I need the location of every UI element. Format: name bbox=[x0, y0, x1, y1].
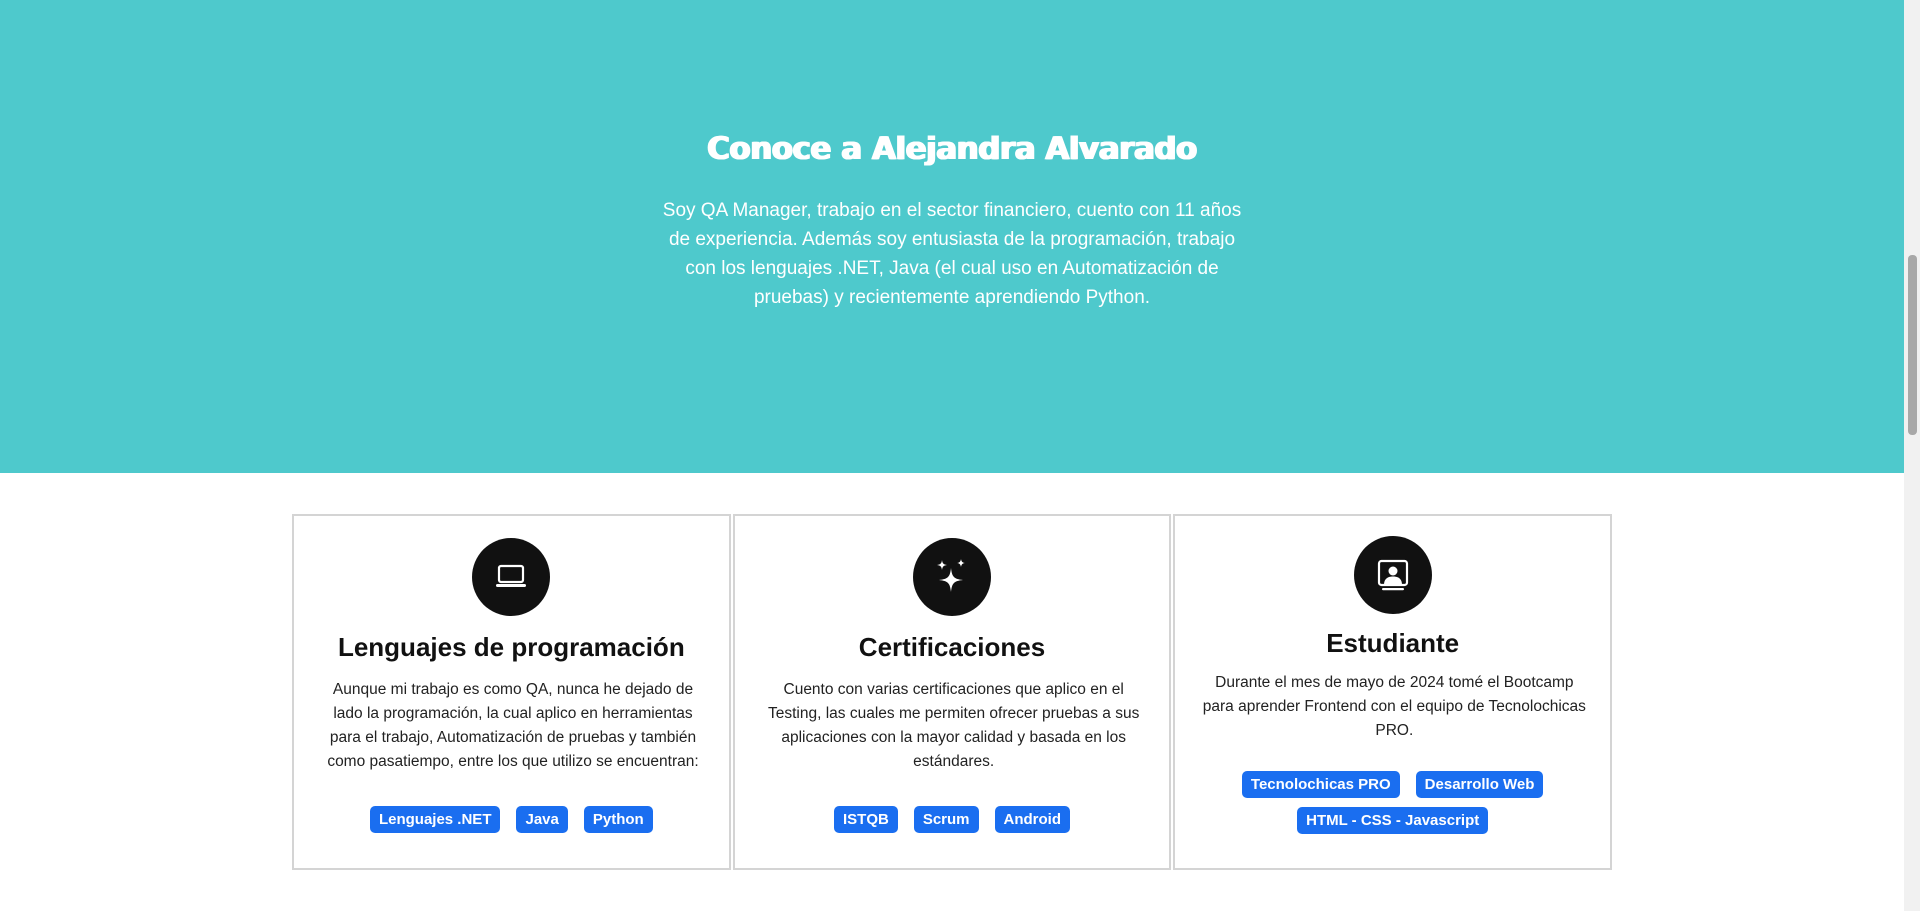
hero-section: Conoce a Alejandra Alvarado Soy QA Manag… bbox=[0, 0, 1904, 473]
person-video-icon bbox=[1353, 536, 1432, 614]
hero-description: Soy QA Manager, trabajo en el sector fin… bbox=[662, 200, 1242, 308]
laptop-icon bbox=[472, 538, 551, 616]
card-title: Estudiante bbox=[1326, 628, 1460, 658]
badge-tecnolochicas-pro[interactable]: Tecnolochicas PRO bbox=[1241, 771, 1400, 798]
badge-list: Tecnolochicas PRO Desarrollo Web HTML - … bbox=[1175, 771, 1610, 834]
card-text: Durante el mes de mayo de 2024 tomé el B… bbox=[1202, 674, 1586, 739]
badge-android[interactable]: Android bbox=[994, 806, 1071, 833]
badge-list: Lenguajes .NET Java Python bbox=[294, 806, 729, 833]
vertical-scrollbar[interactable] bbox=[1904, 0, 1920, 911]
badge-list: ISTQB Scrum Android bbox=[735, 806, 1170, 833]
card-text: Aunque mi trabajo es como QA, nunca he d… bbox=[327, 681, 699, 770]
badge-istqb[interactable]: ISTQB bbox=[833, 806, 898, 833]
card-student: Estudiante Durante el mes de mayo de 202… bbox=[1173, 514, 1613, 870]
badge-python[interactable]: Python bbox=[583, 806, 653, 833]
card-text: Cuento con varias certificaciones que ap… bbox=[768, 681, 1140, 770]
card-programming-languages: Lenguajes de programación Aunque mi trab… bbox=[292, 514, 731, 870]
scrollbar-thumb[interactable] bbox=[1908, 255, 1917, 435]
badge-scrum[interactable]: Scrum bbox=[913, 806, 979, 833]
card-certifications: Certificaciones Cuento con varias certif… bbox=[732, 514, 1172, 870]
card-title: Lenguajes de programación bbox=[337, 632, 685, 662]
cards-section: Lenguajes de programación Aunque mi trab… bbox=[292, 514, 1613, 870]
page: Conoce a Alejandra Alvarado Soy QA Manag… bbox=[0, 0, 1904, 911]
hero-title: Conoce a Alejandra Alvarado bbox=[707, 131, 1197, 167]
badge-dotnet[interactable]: Lenguajes .NET bbox=[369, 806, 501, 833]
badge-java[interactable]: Java bbox=[516, 806, 568, 833]
badge-html-css-javascript[interactable]: HTML - CSS - Javascript bbox=[1297, 807, 1489, 834]
card-title: Certificaciones bbox=[858, 632, 1046, 662]
badge-desarrollo-web[interactable]: Desarrollo Web bbox=[1415, 771, 1544, 798]
sparkles-icon bbox=[913, 538, 991, 616]
